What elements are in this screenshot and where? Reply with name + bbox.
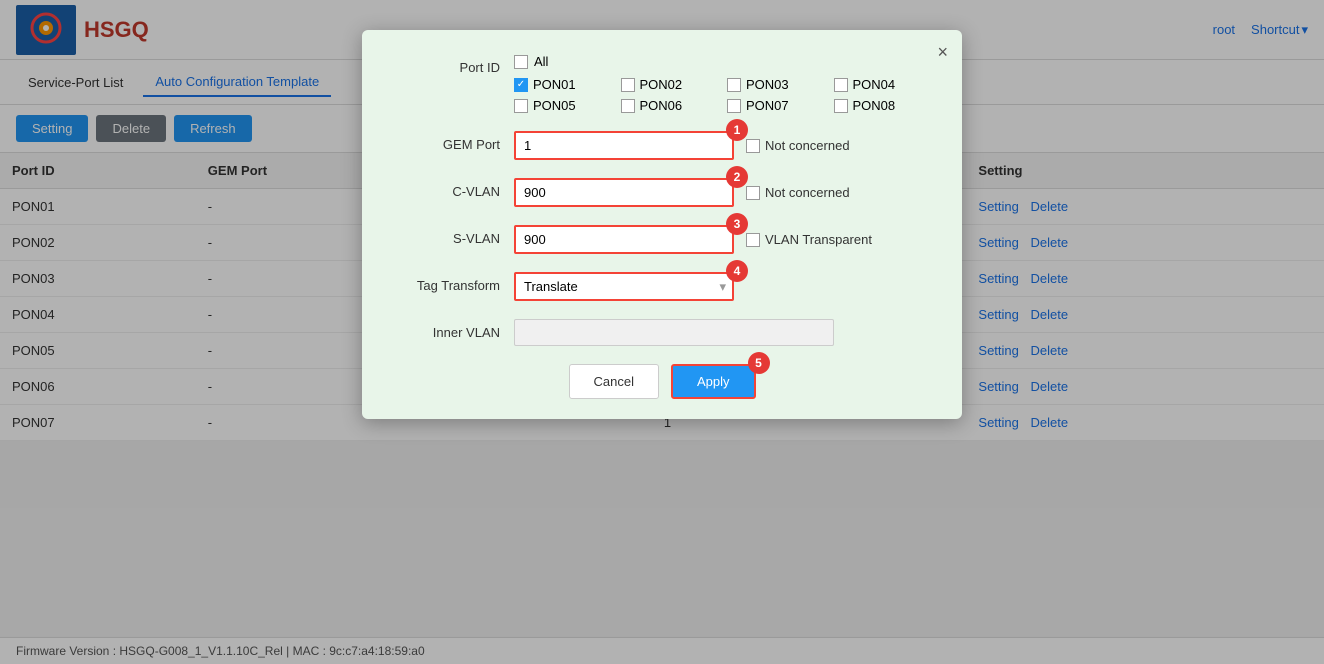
all-label: All bbox=[534, 54, 548, 69]
port-checkbox-pon04[interactable] bbox=[834, 78, 848, 92]
port-label: PON03 bbox=[746, 77, 789, 92]
port-id-area: All PON01 PON02 PON03 PON04 PON05 PON06 … bbox=[514, 54, 930, 113]
gem-port-badge-wrapper: 1 bbox=[514, 131, 734, 160]
port-item: PON07 bbox=[727, 98, 824, 113]
port-checkbox-pon08[interactable] bbox=[834, 99, 848, 113]
port-label: PON06 bbox=[640, 98, 683, 113]
tag-transform-badge: 4 bbox=[726, 260, 748, 282]
port-label: PON07 bbox=[746, 98, 789, 113]
tag-transform-select[interactable]: Translate Add Remove No Change bbox=[514, 272, 734, 301]
port-item: PON02 bbox=[621, 77, 718, 92]
port-item: PON01 bbox=[514, 77, 611, 92]
gem-not-concerned-checkbox[interactable] bbox=[746, 139, 760, 153]
port-id-controls: All PON01 PON02 PON03 PON04 PON05 PON06 … bbox=[514, 54, 930, 113]
port-label: PON08 bbox=[853, 98, 896, 113]
gem-port-badge: 1 bbox=[726, 119, 748, 141]
port-item: PON04 bbox=[834, 77, 931, 92]
modal-overlay: × Port ID All PON01 PON02 PON03 PON04 bbox=[0, 0, 1324, 664]
port-item: PON06 bbox=[621, 98, 718, 113]
apply-badge: 5 bbox=[748, 352, 770, 374]
svlan-option-label: VLAN Transparent bbox=[765, 232, 872, 247]
apply-badge-wrapper: Apply 5 bbox=[671, 364, 756, 399]
all-checkbox[interactable] bbox=[514, 55, 528, 69]
modal-close-button[interactable]: × bbox=[937, 42, 948, 63]
gem-port-label: GEM Port bbox=[394, 131, 514, 152]
port-id-label: Port ID bbox=[394, 54, 514, 75]
port-label: PON01 bbox=[533, 77, 576, 92]
svlan-vlan-transparent: VLAN Transparent bbox=[746, 232, 872, 247]
inner-vlan-input[interactable] bbox=[514, 319, 834, 346]
cvlan-not-concerned-checkbox[interactable] bbox=[746, 186, 760, 200]
gem-not-concerned-label: Not concerned bbox=[765, 138, 850, 153]
port-item: PON03 bbox=[727, 77, 824, 92]
cancel-button[interactable]: Cancel bbox=[569, 364, 659, 399]
inner-vlan-label: Inner VLAN bbox=[394, 319, 514, 340]
modal: × Port ID All PON01 PON02 PON03 PON04 bbox=[362, 30, 962, 419]
port-checkbox-pon07[interactable] bbox=[727, 99, 741, 113]
inner-vlan-row: Inner VLAN bbox=[394, 319, 930, 346]
svlan-transparent-checkbox[interactable] bbox=[746, 233, 760, 247]
svlan-label: S-VLAN bbox=[394, 225, 514, 246]
gem-port-row: GEM Port 1 Not concerned bbox=[394, 131, 930, 160]
cvlan-label: C-VLAN bbox=[394, 178, 514, 199]
cvlan-row: C-VLAN 2 Not concerned bbox=[394, 178, 930, 207]
port-checkbox-pon02[interactable] bbox=[621, 78, 635, 92]
cvlan-not-concerned: Not concerned bbox=[746, 185, 850, 200]
port-label: PON04 bbox=[853, 77, 896, 92]
tag-transform-controls: Translate Add Remove No Change 4 bbox=[514, 272, 930, 301]
tag-transform-select-wrapper: Translate Add Remove No Change bbox=[514, 272, 734, 301]
port-checkbox-pon06[interactable] bbox=[621, 99, 635, 113]
svlan-input[interactable] bbox=[514, 225, 734, 254]
gem-port-input[interactable] bbox=[514, 131, 734, 160]
port-label: PON02 bbox=[640, 77, 683, 92]
tag-transform-row: Tag Transform Translate Add Remove No Ch… bbox=[394, 272, 930, 301]
port-all-row: All bbox=[514, 54, 930, 69]
port-label: PON05 bbox=[533, 98, 576, 113]
port-checkbox-pon03[interactable] bbox=[727, 78, 741, 92]
svlan-row: S-VLAN 3 VLAN Transparent bbox=[394, 225, 930, 254]
cvlan-badge: 2 bbox=[726, 166, 748, 188]
port-checkbox-pon05[interactable] bbox=[514, 99, 528, 113]
port-checkbox-pon01[interactable] bbox=[514, 78, 528, 92]
port-item: PON08 bbox=[834, 98, 931, 113]
gem-port-controls: 1 Not concerned bbox=[514, 131, 930, 160]
svlan-controls: 3 VLAN Transparent bbox=[514, 225, 930, 254]
cvlan-not-concerned-label: Not concerned bbox=[765, 185, 850, 200]
port-item: PON05 bbox=[514, 98, 611, 113]
svlan-badge-wrapper: 3 bbox=[514, 225, 734, 254]
port-grid: PON01 PON02 PON03 PON04 PON05 PON06 PON0… bbox=[514, 77, 930, 113]
port-id-row: Port ID All PON01 PON02 PON03 PON04 PON0… bbox=[394, 54, 930, 113]
tag-transform-label: Tag Transform bbox=[394, 272, 514, 293]
tag-transform-badge-wrapper: Translate Add Remove No Change 4 bbox=[514, 272, 734, 301]
cvlan-badge-wrapper: 2 bbox=[514, 178, 734, 207]
cvlan-controls: 2 Not concerned bbox=[514, 178, 930, 207]
inner-vlan-controls bbox=[514, 319, 930, 346]
gem-not-concerned: Not concerned bbox=[746, 138, 850, 153]
svlan-badge: 3 bbox=[726, 213, 748, 235]
cvlan-input[interactable] bbox=[514, 178, 734, 207]
apply-button[interactable]: Apply bbox=[671, 364, 756, 399]
modal-footer: Cancel Apply 5 bbox=[394, 364, 930, 399]
